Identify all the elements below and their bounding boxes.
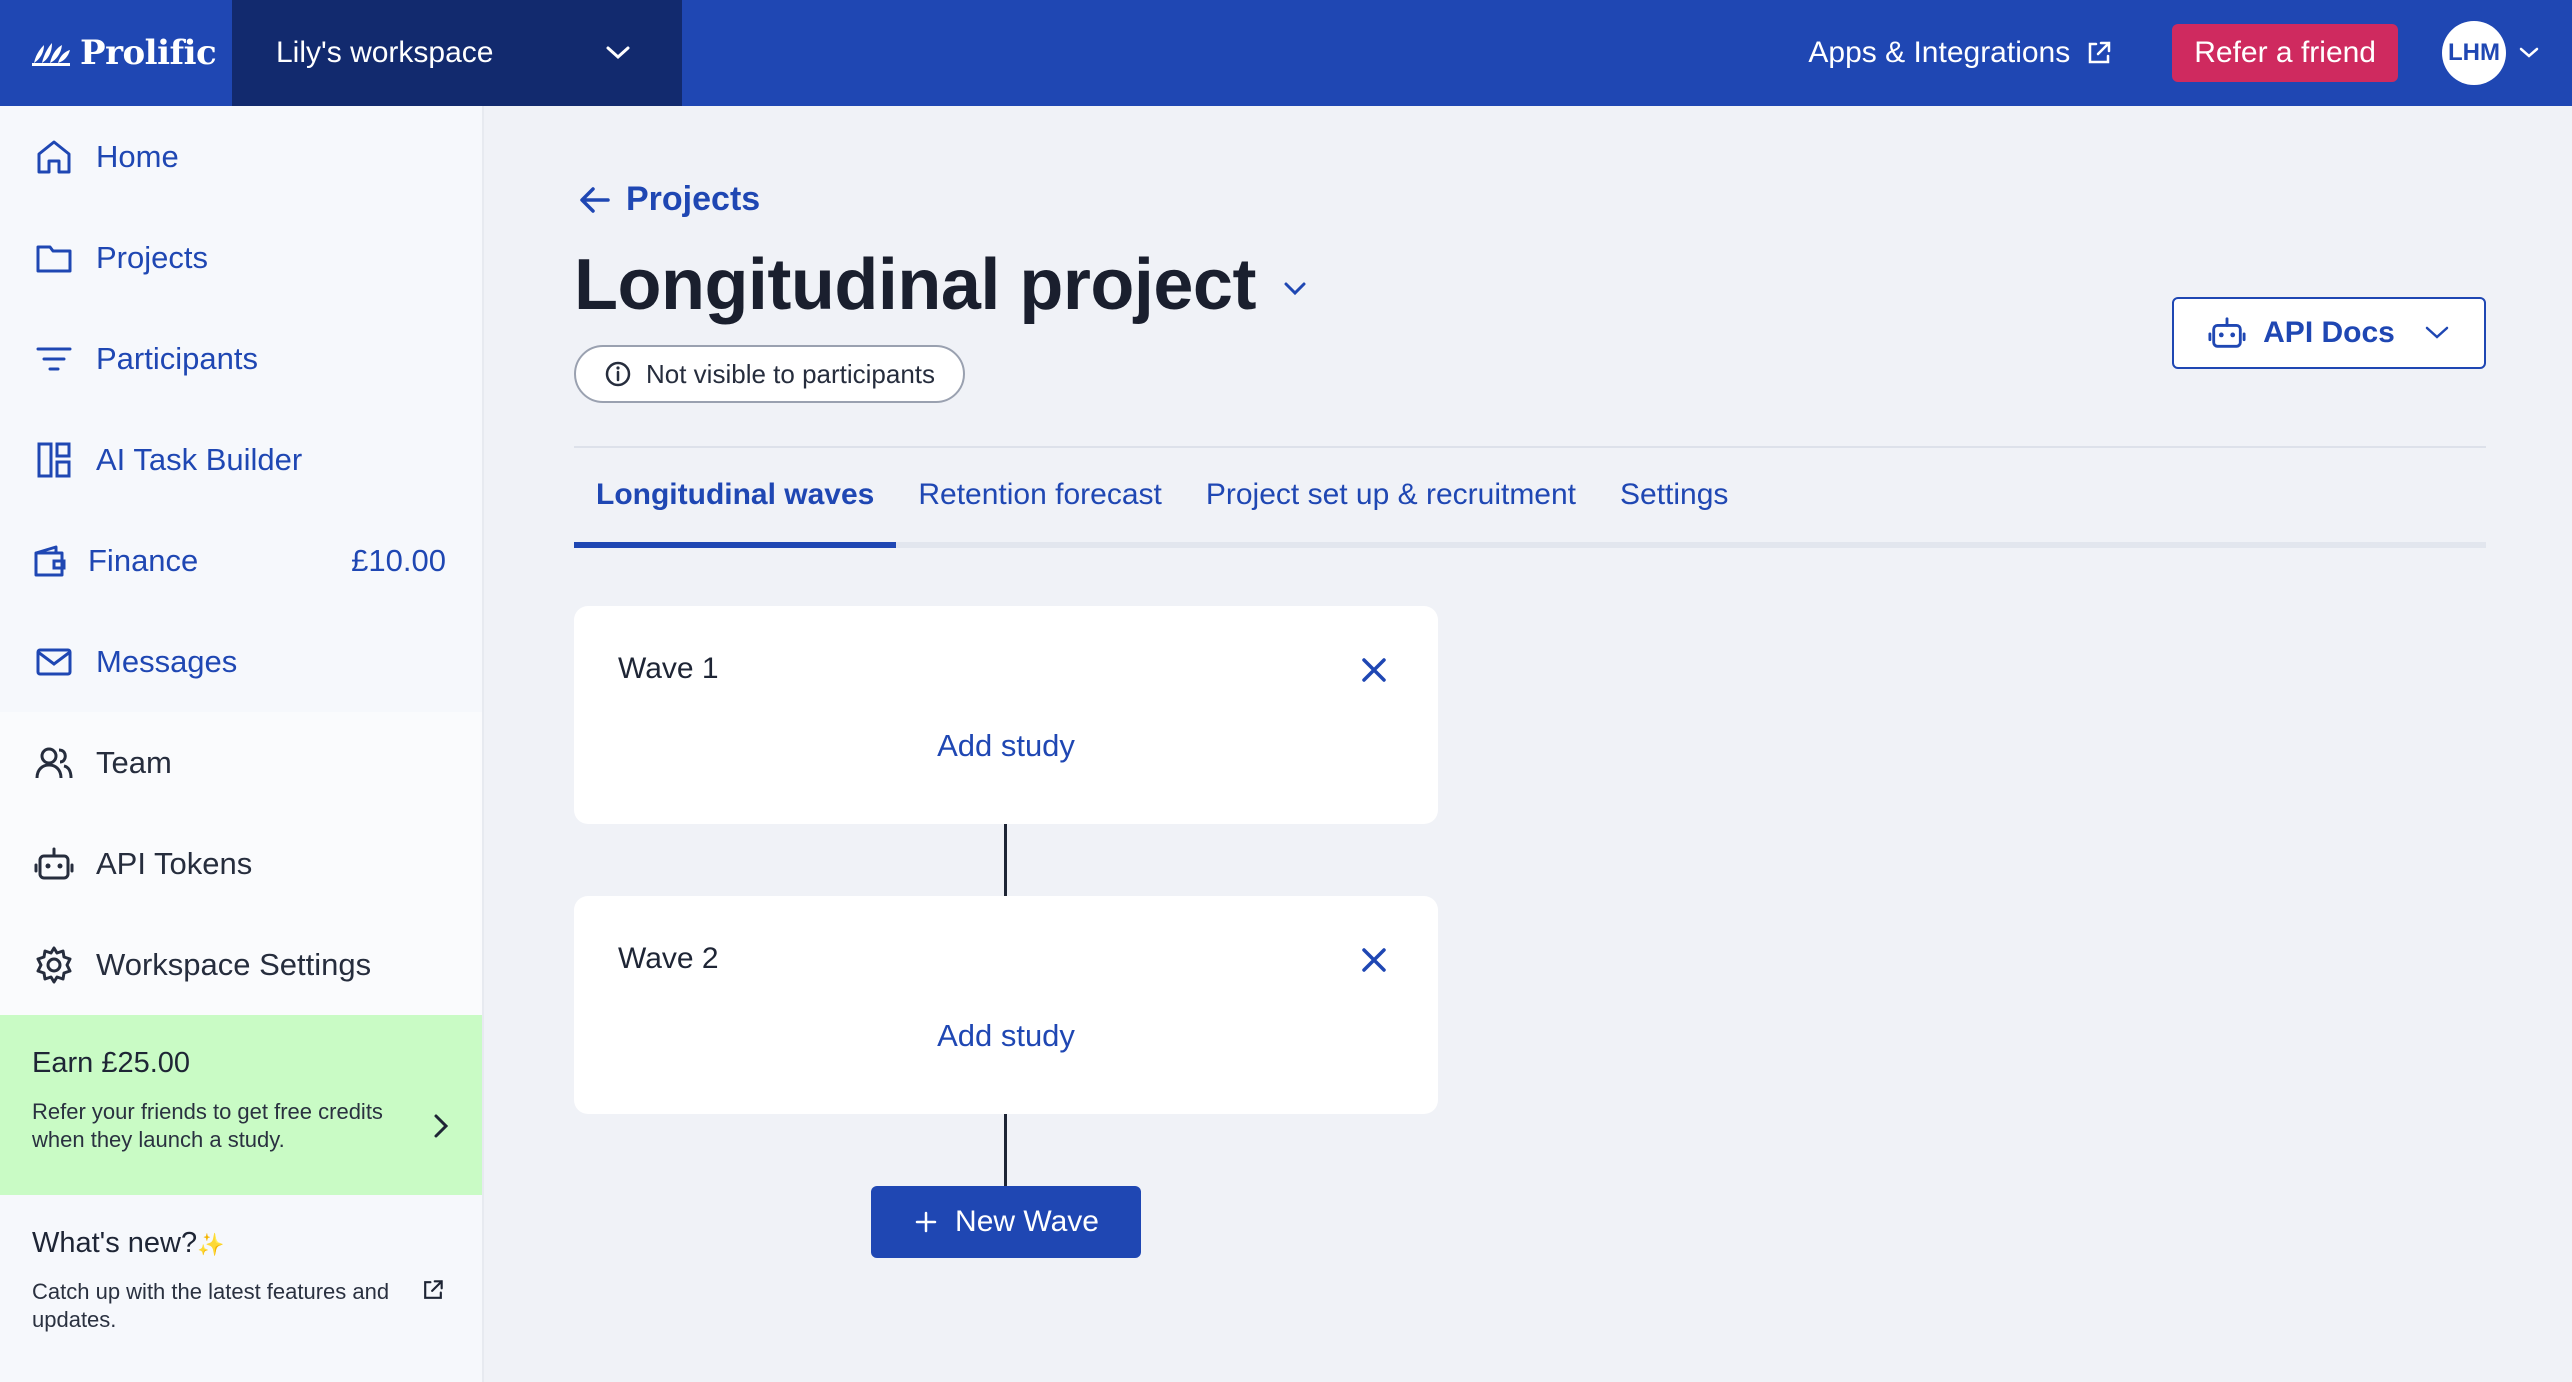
sidebar-item-team[interactable]: Team bbox=[0, 712, 482, 813]
sidebar-item-label: Finance bbox=[88, 542, 199, 578]
prolific-leaf-icon bbox=[32, 43, 70, 66]
folder-icon bbox=[32, 236, 76, 280]
finance-balance: £10.00 bbox=[351, 542, 446, 578]
external-link-icon bbox=[424, 1280, 443, 1299]
earn-text: Refer your friends to get free credits w… bbox=[32, 1099, 383, 1152]
external-link-icon bbox=[2088, 41, 2111, 64]
wave-name: Wave 1 bbox=[618, 652, 719, 685]
sidebar-item-label: Workspace Settings bbox=[96, 946, 372, 982]
wave-card: Wave 1 Add study bbox=[574, 606, 1438, 824]
sidebar-item-label: AI Task Builder bbox=[96, 441, 303, 477]
refer-a-friend-button[interactable]: Refer a friend bbox=[2172, 24, 2398, 82]
avatar: LHM bbox=[2442, 21, 2506, 85]
whats-new-card[interactable]: What's new?✨ Catch up with the latest fe… bbox=[0, 1195, 482, 1382]
new-wave-label: New Wave bbox=[955, 1205, 1099, 1238]
brand-name: Prolific bbox=[80, 33, 217, 73]
sidebar-item-label: Participants bbox=[96, 340, 258, 376]
sparkle-icon: ✨ bbox=[197, 1232, 225, 1257]
whats-new-text: Catch up with the latest features and up… bbox=[32, 1279, 390, 1332]
sidebar-item-messages[interactable]: Messages bbox=[0, 611, 482, 712]
sidebar-item-workspace-settings[interactable]: Workspace Settings bbox=[0, 914, 482, 1015]
wave-connector bbox=[1004, 824, 1007, 896]
plus-icon bbox=[915, 1211, 937, 1233]
back-label: Projects bbox=[626, 180, 761, 218]
sidebar-item-label: Messages bbox=[96, 643, 238, 679]
wave-connector bbox=[1004, 1114, 1007, 1186]
api-docs-button[interactable]: API Docs bbox=[2172, 297, 2486, 369]
sidebar-item-label: Projects bbox=[96, 239, 208, 275]
whats-new-title: What's new?✨ bbox=[32, 1227, 450, 1260]
sidebar-item-ai-task-builder[interactable]: AI Task Builder bbox=[0, 409, 482, 510]
wallet-icon bbox=[32, 539, 68, 583]
home-icon bbox=[32, 135, 76, 179]
wave-card: Wave 2 Add study bbox=[574, 896, 1438, 1114]
gear-icon bbox=[32, 943, 76, 987]
apps-integrations-label: Apps & Integrations bbox=[1808, 36, 2071, 69]
workspace-name: Lily's workspace bbox=[276, 36, 494, 69]
sidebar-item-label: Team bbox=[96, 744, 172, 780]
sidebar-item-label: API Tokens bbox=[96, 845, 253, 881]
sidebar: Home Projects Participants AI Task Build… bbox=[0, 106, 484, 1382]
visibility-text: Not visible to participants bbox=[646, 358, 936, 389]
tab-settings[interactable]: Settings bbox=[1598, 466, 1750, 548]
sidebar-item-finance[interactable]: Finance £10.00 bbox=[0, 510, 482, 611]
chevron-down-icon bbox=[2519, 47, 2539, 58]
top-bar: Prolific Lily's workspace Apps & Integra… bbox=[0, 0, 2572, 106]
account-menu[interactable]: LHM bbox=[2442, 21, 2540, 85]
filter-icon bbox=[32, 337, 76, 381]
workspace-switcher[interactable]: Lily's workspace bbox=[232, 0, 682, 106]
tab-project-setup-recruitment[interactable]: Project set up & recruitment bbox=[1184, 466, 1598, 548]
earn-title: Earn £25.00 bbox=[32, 1047, 191, 1079]
project-title-row: Longitudinal project bbox=[574, 244, 1310, 326]
layout-icon bbox=[32, 438, 76, 482]
close-icon bbox=[1362, 948, 1386, 972]
close-icon bbox=[1362, 658, 1386, 682]
earn-referral-card[interactable]: Earn £25.00 Refer your friends to get fr… bbox=[0, 1015, 482, 1195]
wave-name: Wave 2 bbox=[618, 942, 719, 975]
apps-integrations-link[interactable]: Apps & Integrations bbox=[1808, 36, 2114, 70]
prolific-logo[interactable]: Prolific bbox=[0, 0, 232, 106]
tab-retention-forecast[interactable]: Retention forecast bbox=[896, 466, 1183, 548]
info-icon bbox=[605, 361, 631, 387]
robot-icon bbox=[32, 842, 76, 886]
api-docs-label: API Docs bbox=[2263, 316, 2395, 349]
chevron-down-icon bbox=[606, 46, 630, 60]
visibility-badge: Not visible to participants bbox=[574, 345, 966, 403]
remove-wave-button[interactable] bbox=[1354, 650, 1394, 690]
add-study-link[interactable]: Add study bbox=[574, 728, 1438, 764]
chevron-down-icon[interactable] bbox=[1280, 278, 1310, 300]
chevron-down-icon bbox=[2425, 326, 2449, 339]
users-icon bbox=[32, 741, 76, 785]
remove-wave-button[interactable] bbox=[1354, 940, 1394, 980]
header-divider bbox=[574, 446, 2486, 448]
workspace-section: Team API Tokens Workspace Settings bbox=[0, 712, 482, 1015]
add-study-link[interactable]: Add study bbox=[574, 1018, 1438, 1054]
page-title: Longitudinal project bbox=[574, 245, 1256, 325]
arrow-left-icon bbox=[580, 186, 610, 213]
sidebar-item-participants[interactable]: Participants bbox=[0, 308, 482, 409]
whats-new-title-text: What's new? bbox=[32, 1227, 198, 1259]
chevron-right-icon bbox=[434, 1114, 449, 1138]
project-tabs: Longitudinal waves Retention forecast Pr… bbox=[574, 466, 1750, 548]
back-to-projects-link[interactable]: Projects bbox=[578, 180, 760, 219]
sidebar-item-api-tokens[interactable]: API Tokens bbox=[0, 813, 482, 914]
sidebar-item-home[interactable]: Home bbox=[0, 106, 482, 207]
sidebar-item-label: Home bbox=[96, 138, 179, 174]
new-wave-button[interactable]: New Wave bbox=[871, 1186, 1141, 1258]
sidebar-item-projects[interactable]: Projects bbox=[0, 207, 482, 308]
robot-icon bbox=[2208, 317, 2246, 348]
mail-icon bbox=[32, 640, 76, 684]
tab-longitudinal-waves[interactable]: Longitudinal waves bbox=[574, 466, 897, 548]
